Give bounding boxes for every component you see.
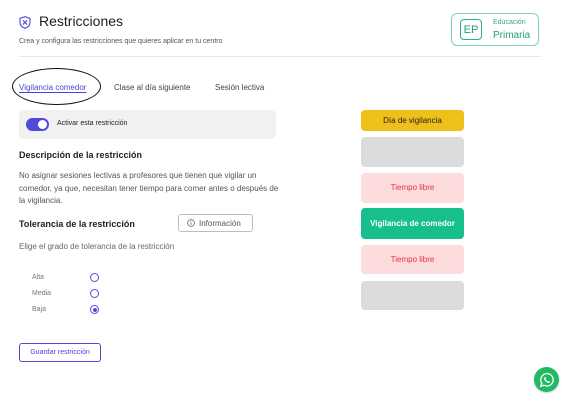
tolerance-radio-baja[interactable]	[90, 305, 99, 314]
activate-restriction-row: Activar esta restricción	[19, 110, 276, 139]
info-circle-icon	[187, 219, 195, 227]
save-restriction-button[interactable]: Guardar restricción	[19, 343, 101, 362]
tolerance-description: Elige el grado de tolerancia de la restr…	[19, 242, 175, 251]
slot-empty-2	[361, 281, 464, 310]
tab-highlight-circle	[12, 68, 101, 105]
school-initials: EP	[460, 19, 482, 40]
description-heading: Descripción de la restricción	[19, 150, 143, 160]
tolerance-heading: Tolerancia de la restricción	[19, 219, 135, 229]
activate-restriction-label: Activar esta restricción	[57, 120, 128, 127]
school-level-label: Primaria	[493, 30, 531, 41]
tab-sesion-lectiva[interactable]: Sesión lectiva	[215, 83, 264, 92]
activate-restriction-toggle[interactable]	[26, 118, 49, 131]
slot-vigilancia-comedor: Vigilancia de comedor	[361, 208, 464, 239]
tolerance-radio-alta[interactable]	[90, 273, 99, 282]
tolerance-option-media-label: Media	[32, 290, 52, 297]
whatsapp-button[interactable]	[534, 367, 559, 392]
header-divider	[19, 56, 541, 57]
slot-tiempo-libre-2: Tiempo libre	[361, 245, 464, 274]
tolerance-option-alta-label: Alta	[32, 274, 45, 281]
slot-dia-vigilancia: Día de vigilancia	[361, 110, 464, 131]
tab-clase-dia-siguiente[interactable]: Clase al día siguiente	[114, 83, 191, 92]
info-button-label: Información	[199, 218, 241, 228]
info-button[interactable]: Información	[178, 214, 253, 232]
slot-empty-1	[361, 137, 464, 167]
page-subtitle: Crea y configura las restricciones que q…	[19, 38, 223, 45]
school-badge[interactable]: EP Educación Primaria	[451, 13, 539, 46]
slot-tiempo-libre-1: Tiempo libre	[361, 173, 464, 203]
shield-x-icon	[19, 16, 31, 29]
whatsapp-icon	[539, 372, 554, 387]
description-text: No asignar sesiones lectivas a profesore…	[19, 171, 279, 205]
page-title: Restricciones	[39, 13, 124, 29]
school-stage-label: Educación	[493, 19, 526, 26]
tolerance-option-baja-label: Baja	[32, 306, 47, 313]
toggle-knob	[38, 120, 47, 129]
tolerance-radio-media[interactable]	[90, 289, 99, 298]
